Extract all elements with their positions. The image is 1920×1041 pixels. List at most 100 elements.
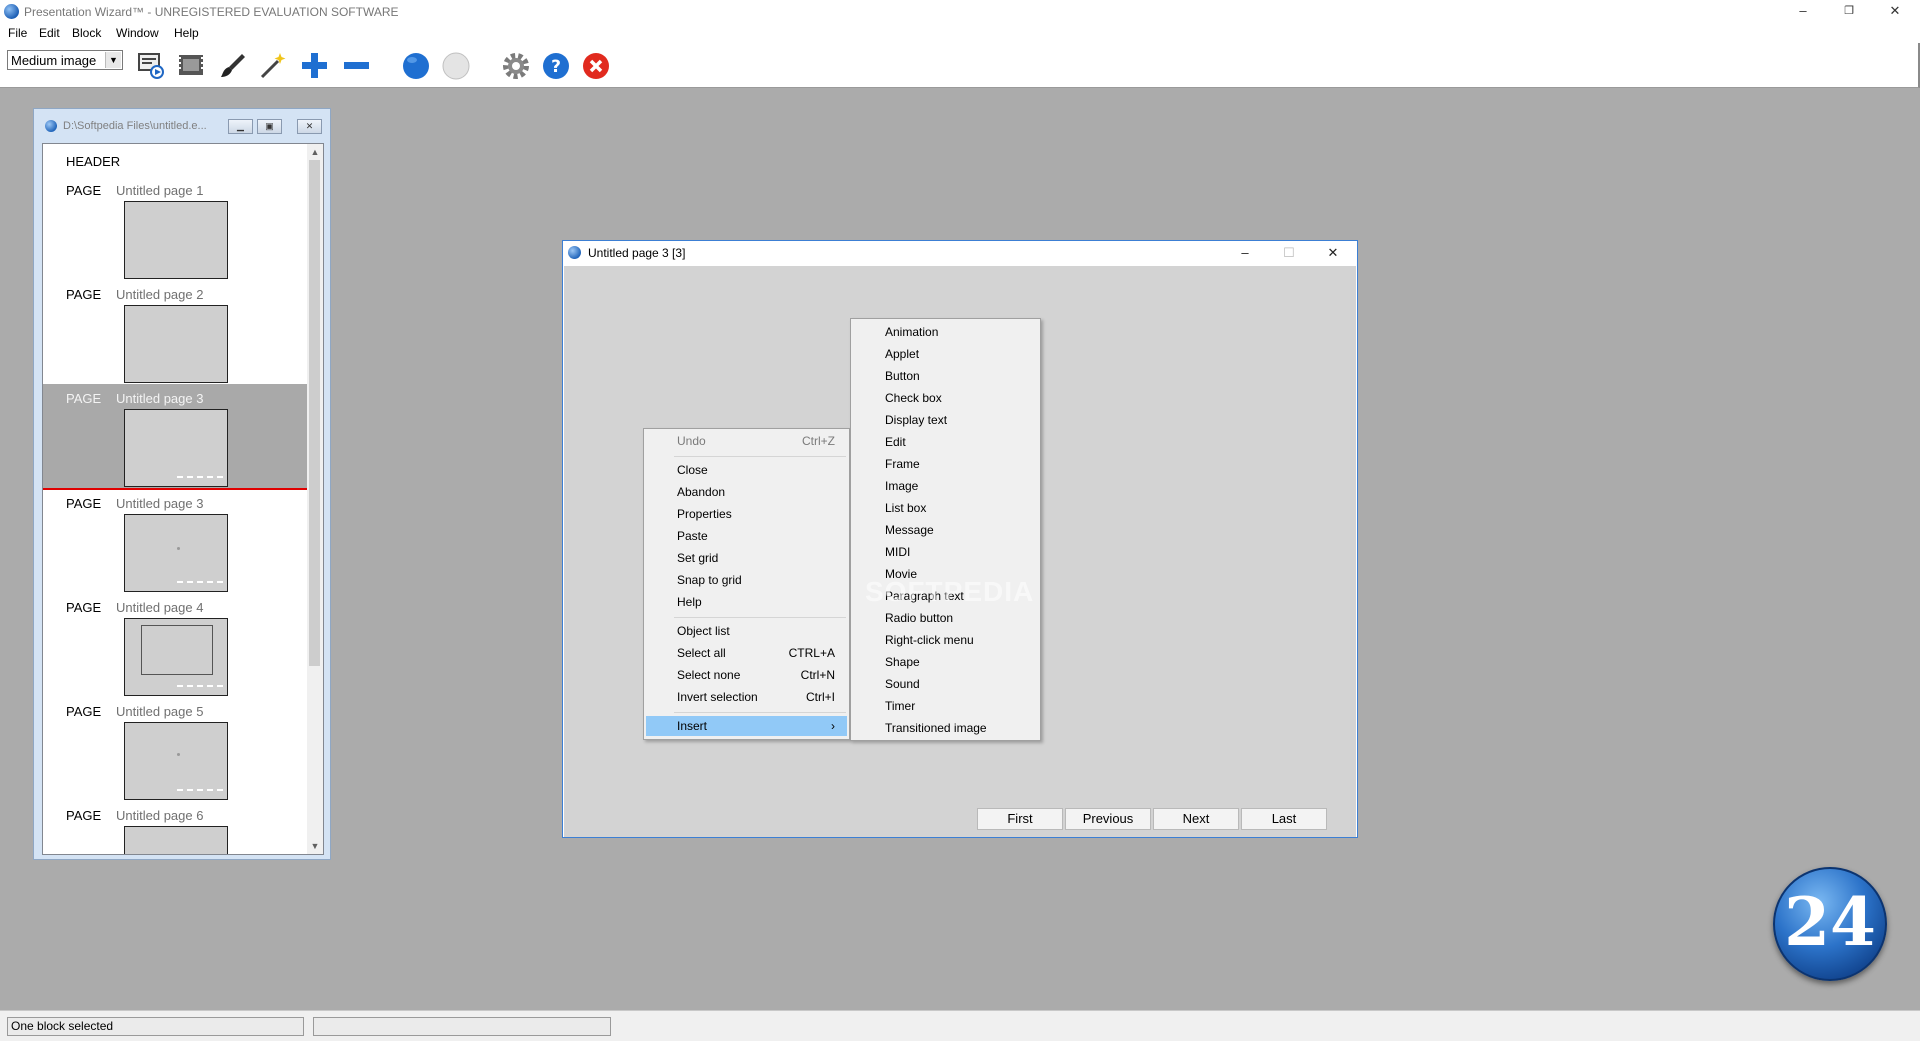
menu-item-object-list[interactable]: Object list bbox=[646, 621, 847, 641]
nav-dots bbox=[177, 581, 223, 585]
menu-window[interactable]: Window bbox=[116, 26, 159, 40]
page-list-item[interactable]: PAGE Untitled page 2 bbox=[43, 280, 307, 384]
page-list-item-selected[interactable]: PAGE Untitled page 3 bbox=[43, 384, 307, 490]
submenu-item-sound[interactable]: Sound bbox=[885, 677, 920, 691]
submenu-item-transitioned-image[interactable]: Transitioned image bbox=[885, 721, 987, 735]
page-thumbnail[interactable] bbox=[124, 618, 228, 696]
page-minimize-button[interactable]: – bbox=[1223, 242, 1267, 264]
submenu-item-right-click-menu[interactable]: Right-click menu bbox=[885, 633, 974, 647]
app-title: Presentation Wizard™ - UNREGISTERED EVAL… bbox=[24, 5, 399, 19]
submenu-item-image[interactable]: Image bbox=[885, 479, 918, 493]
page-title: Untitled page 6 bbox=[116, 808, 204, 823]
document-window: D:\Softpedia Files\untitled.e... ▁ ▣ ✕ H… bbox=[33, 108, 331, 860]
menu-item-properties[interactable]: Properties bbox=[646, 504, 847, 524]
minimize-button[interactable]: – bbox=[1780, 0, 1826, 24]
menu-item-close[interactable]: Close bbox=[646, 460, 847, 480]
app-title-bar: Presentation Wizard™ - UNREGISTERED EVAL… bbox=[0, 0, 1920, 24]
page-thumbnail[interactable] bbox=[124, 826, 228, 854]
page-title: Untitled page 1 bbox=[116, 183, 204, 198]
brush-icon[interactable] bbox=[218, 50, 248, 80]
gear-icon[interactable] bbox=[501, 50, 531, 80]
document-title-bar: D:\Softpedia Files\untitled.e... ▁ ▣ ✕ bbox=[34, 109, 330, 134]
page-list[interactable]: HEADER PAGE Untitled page 1 PAGE Untitle… bbox=[42, 143, 324, 855]
last-button[interactable]: Last bbox=[1241, 808, 1327, 830]
page-list-item[interactable]: PAGE Untitled page 1 bbox=[43, 176, 307, 280]
white-circle-icon[interactable] bbox=[441, 50, 471, 80]
page-title: Untitled page 2 bbox=[116, 287, 204, 302]
submenu-item-shape[interactable]: Shape bbox=[885, 655, 920, 669]
help-icon[interactable]: ? bbox=[541, 50, 571, 80]
submenu-item-message[interactable]: Message bbox=[885, 523, 934, 537]
menu-item-help[interactable]: Help bbox=[646, 592, 847, 612]
filmstrip-icon[interactable] bbox=[176, 50, 206, 80]
chevron-right-icon: › bbox=[831, 719, 835, 733]
page-thumbnail[interactable] bbox=[124, 201, 228, 279]
slideshow-icon[interactable] bbox=[136, 50, 166, 80]
doc-restore-button[interactable]: ▣ bbox=[257, 119, 282, 134]
page-thumbnail[interactable] bbox=[124, 722, 228, 800]
document-globe-icon bbox=[45, 120, 57, 132]
previous-button[interactable]: Previous bbox=[1065, 808, 1151, 830]
page-list-item[interactable]: PAGE Untitled page 6 bbox=[43, 801, 307, 854]
menu-item-insert[interactable]: Insert › bbox=[646, 716, 847, 736]
blue-circle-icon[interactable] bbox=[401, 50, 431, 80]
submenu-item-midi[interactable]: MIDI bbox=[885, 545, 910, 559]
first-button[interactable]: First bbox=[977, 808, 1063, 830]
page-thumbnail[interactable] bbox=[124, 514, 228, 592]
submenu-item-edit[interactable]: Edit bbox=[885, 435, 906, 449]
menu-file[interactable]: File bbox=[8, 26, 27, 40]
softpedia-watermark: SOFTPEDIA bbox=[865, 576, 1035, 607]
close-button[interactable]: ✕ bbox=[1872, 0, 1918, 24]
nav-dots bbox=[177, 685, 223, 689]
menu-help[interactable]: Help bbox=[174, 26, 199, 40]
page-list-scrollbar[interactable]: ▲ ▼ bbox=[307, 144, 323, 854]
document-title: D:\Softpedia Files\untitled.e... bbox=[63, 120, 207, 132]
status-bar: One block selected bbox=[0, 1010, 1920, 1041]
submenu-item-applet[interactable]: Applet bbox=[885, 347, 919, 361]
menu-edit[interactable]: Edit bbox=[39, 26, 60, 40]
menu-item-snap-to-grid[interactable]: Snap to grid bbox=[646, 570, 847, 590]
submenu-item-display-text[interactable]: Display text bbox=[885, 413, 947, 427]
next-button[interactable]: Next bbox=[1153, 808, 1239, 830]
image-size-select[interactable]: Medium image ▼ bbox=[7, 50, 123, 70]
submenu-item-animation[interactable]: Animation bbox=[885, 325, 938, 339]
page-list-item[interactable]: PAGE Untitled page 3 bbox=[43, 489, 307, 593]
doc-close-button[interactable]: ✕ bbox=[297, 119, 322, 134]
header-item[interactable]: HEADER bbox=[66, 154, 120, 169]
scroll-up-icon[interactable]: ▲ bbox=[307, 144, 323, 160]
menu-item-paste[interactable]: Paste bbox=[646, 526, 847, 546]
page-list-item[interactable]: PAGE Untitled page 5 bbox=[43, 697, 307, 801]
page-thumbnail[interactable] bbox=[124, 305, 228, 383]
submenu-item-radio-button[interactable]: Radio button bbox=[885, 611, 953, 625]
chevron-down-icon[interactable]: ▼ bbox=[105, 52, 121, 68]
submenu-item-button[interactable]: Button bbox=[885, 369, 920, 383]
page-thumbnail[interactable] bbox=[124, 409, 228, 487]
status-pane-secondary bbox=[313, 1017, 611, 1036]
submenu-item-check-box[interactable]: Check box bbox=[885, 391, 942, 405]
submenu-item-timer[interactable]: Timer bbox=[885, 699, 915, 713]
page-list-item[interactable]: PAGE Untitled page 4 bbox=[43, 593, 307, 697]
magic-wand-icon[interactable] bbox=[258, 50, 288, 80]
page-maximize-button: ☐ bbox=[1283, 245, 1295, 260]
page-label: PAGE bbox=[66, 391, 102, 406]
scroll-thumb[interactable] bbox=[309, 160, 320, 666]
menu-block[interactable]: Block bbox=[72, 26, 101, 40]
menu-item-select-none[interactable]: Select none Ctrl+N bbox=[646, 665, 847, 685]
page-close-button[interactable]: ✕ bbox=[1311, 242, 1355, 264]
toolbar: Medium image ▼ ? bbox=[0, 43, 1920, 88]
scroll-down-icon[interactable]: ▼ bbox=[307, 838, 323, 854]
menu-separator bbox=[674, 617, 846, 618]
page-label: PAGE bbox=[66, 496, 102, 511]
menu-item-abandon[interactable]: Abandon bbox=[646, 482, 847, 502]
submenu-item-list-box[interactable]: List box bbox=[885, 501, 926, 515]
menu-item-select-all[interactable]: Select all CTRL+A bbox=[646, 643, 847, 663]
close-icon[interactable] bbox=[581, 50, 611, 80]
restore-button[interactable]: ❐ bbox=[1826, 0, 1872, 24]
nav-dots bbox=[177, 476, 223, 480]
menu-item-set-grid[interactable]: Set grid bbox=[646, 548, 847, 568]
plus-icon[interactable] bbox=[299, 50, 329, 80]
menu-item-invert-selection[interactable]: Invert selection Ctrl+I bbox=[646, 687, 847, 707]
minus-icon[interactable] bbox=[341, 50, 371, 80]
submenu-item-frame[interactable]: Frame bbox=[885, 457, 920, 471]
doc-minimize-button[interactable]: ▁ bbox=[228, 119, 253, 134]
